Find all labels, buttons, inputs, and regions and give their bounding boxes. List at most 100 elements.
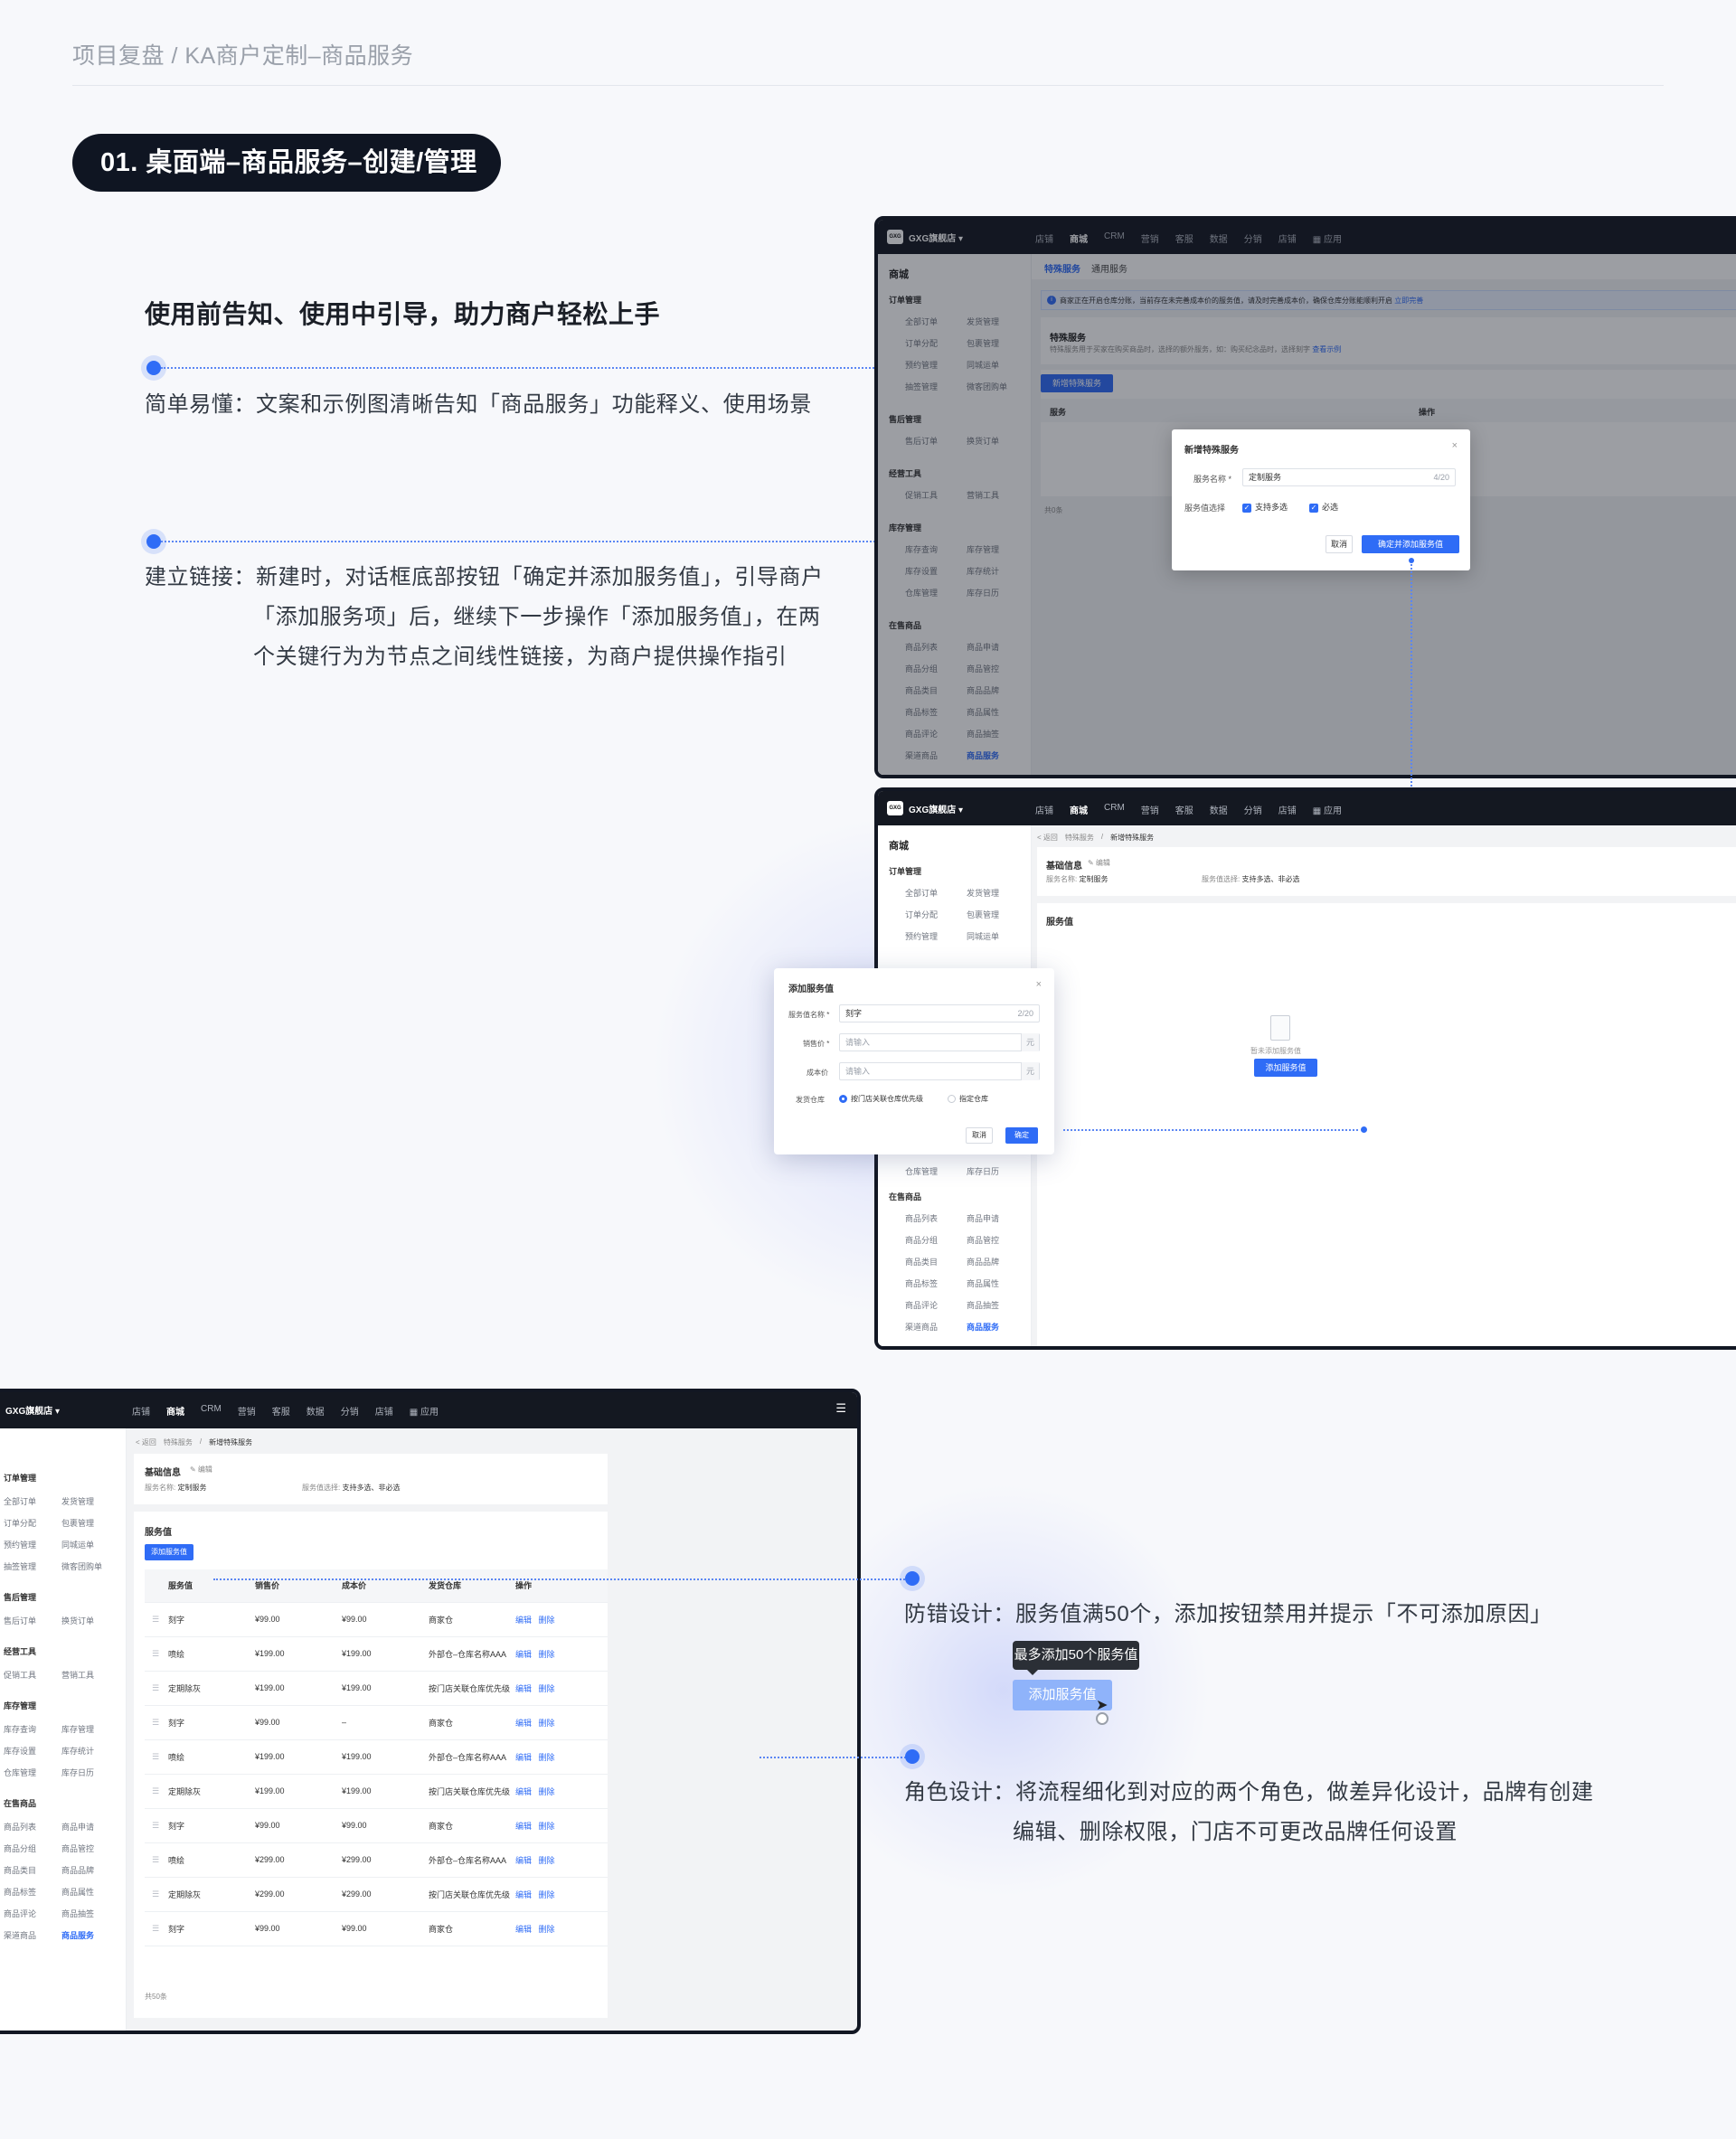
nav-item-mall[interactable]: 商城 (166, 1404, 184, 1418)
drag-handle-icon[interactable]: ☰ (145, 1602, 168, 1637)
close-icon[interactable]: × (1452, 440, 1458, 451)
sidebar-item[interactable]: 商品品牌 (61, 1864, 94, 1876)
sidebar-item[interactable]: 包裹管理 (967, 909, 999, 920)
sidebar-group[interactable]: 库存管理 (4, 1700, 36, 1711)
service-name-input[interactable]: 定制服务 4/20 (1242, 468, 1456, 486)
edit-link[interactable]: 编辑 (515, 1856, 532, 1865)
sidebar-group[interactable]: 售后管理 (4, 1591, 36, 1603)
add-service-value-button[interactable]: 添加服务值 (145, 1544, 193, 1560)
sidebar-item[interactable]: 全部订单 (4, 1495, 36, 1507)
drag-handle-icon[interactable]: ☰ (145, 1774, 168, 1809)
edit-button[interactable]: ✎ 编辑 (1088, 858, 1110, 868)
nav-item[interactable]: 店铺 (1035, 803, 1053, 816)
edit-link[interactable]: 编辑 (515, 1890, 532, 1899)
sidebar-item[interactable]: 订单分配 (4, 1517, 36, 1529)
sidebar-item[interactable]: 订单分配 (905, 909, 938, 920)
sidebar-item[interactable]: 发货管理 (967, 887, 999, 899)
edit-link[interactable]: 编辑 (515, 1719, 532, 1728)
delete-link[interactable]: 删除 (539, 1925, 555, 1934)
sidebar-item[interactable]: 同城运单 (61, 1539, 94, 1550)
nav-item[interactable]: 店铺 (1278, 803, 1297, 816)
sidebar-item[interactable]: 库存日历 (61, 1767, 94, 1778)
sidebar-item-goods-service[interactable]: 商品服务 (61, 1929, 94, 1941)
sidebar-item[interactable]: 营销工具 (61, 1669, 94, 1681)
add-service-value-button[interactable]: 添加服务值 (1254, 1059, 1317, 1077)
back-link[interactable]: < 返回 (1037, 833, 1058, 843)
sidebar-item[interactable]: 抽签管理 (4, 1560, 36, 1572)
sidebar-item[interactable]: 商品管控 (967, 1234, 999, 1246)
sidebar-item[interactable]: 商品分组 (4, 1842, 36, 1854)
sidebar-item[interactable]: 库存统计 (61, 1745, 94, 1757)
delete-link[interactable]: 删除 (539, 1787, 555, 1796)
edit-link[interactable]: 编辑 (515, 1787, 532, 1796)
sidebar-group[interactable]: 订单管理 (4, 1472, 36, 1484)
nav-item[interactable]: 数据 (307, 1404, 325, 1418)
nav-item[interactable]: 店铺 (132, 1404, 150, 1418)
sidebar-item[interactable]: 渠道商品 (905, 1321, 938, 1333)
drag-handle-icon[interactable]: ☰ (145, 1842, 168, 1878)
apps-menu[interactable]: ▦ 应用 (410, 1404, 439, 1418)
sidebar-item[interactable]: 商品申请 (61, 1821, 94, 1833)
edit-link[interactable]: 编辑 (515, 1616, 532, 1625)
edit-link[interactable]: 编辑 (515, 1753, 532, 1762)
crumb-item[interactable]: 特殊服务 (1065, 833, 1094, 843)
sidebar-item[interactable]: 商品管控 (61, 1842, 94, 1854)
sidebar-item[interactable]: 商品抽签 (967, 1299, 999, 1311)
nav-item[interactable]: 数据 (1210, 803, 1228, 816)
sidebar-item[interactable]: 仓库管理 (4, 1767, 36, 1778)
sidebar-item[interactable]: 库存设置 (4, 1745, 36, 1757)
sidebar-item[interactable]: 商品评论 (4, 1908, 36, 1919)
sidebar-item[interactable]: 售后订单 (4, 1615, 36, 1626)
sidebar-item[interactable]: 同城运单 (967, 930, 999, 942)
edit-link[interactable]: 编辑 (515, 1925, 532, 1934)
sidebar-item[interactable]: 商品列表 (905, 1212, 938, 1224)
sidebar-group[interactable]: 在售商品 (889, 1191, 921, 1202)
sidebar-item[interactable]: 促销工具 (4, 1669, 36, 1681)
store-switcher[interactable]: GXG旗舰店 ▾ (909, 802, 963, 815)
delete-link[interactable]: 删除 (539, 1890, 555, 1899)
menu-icon[interactable]: ☰ (835, 1401, 846, 1416)
nav-item[interactable]: CRM (201, 1404, 222, 1418)
sidebar-item[interactable]: 商品类目 (4, 1864, 36, 1876)
edit-link[interactable]: 编辑 (515, 1650, 532, 1659)
sidebar-group[interactable]: 经营工具 (4, 1645, 36, 1657)
cost-price-input[interactable]: 请输入 元 (839, 1062, 1040, 1080)
delete-link[interactable]: 删除 (539, 1684, 555, 1693)
sidebar-item[interactable]: 预约管理 (905, 930, 938, 942)
nav-item[interactable]: 店铺 (375, 1404, 393, 1418)
back-link[interactable]: < 返回 (136, 1437, 156, 1447)
nav-item[interactable]: 分销 (1244, 803, 1262, 816)
cancel-button[interactable]: 取消 (1326, 535, 1353, 553)
sidebar-item[interactable]: 商品属性 (61, 1886, 94, 1898)
sidebar-item[interactable]: 换货订单 (61, 1615, 94, 1626)
drag-handle-icon[interactable]: ☰ (145, 1705, 168, 1740)
sidebar-item[interactable]: 商品抽签 (61, 1908, 94, 1919)
radio-specified-warehouse[interactable]: 指定仓库 (948, 1094, 988, 1104)
delete-link[interactable]: 删除 (539, 1719, 555, 1728)
delete-link[interactable]: 删除 (539, 1822, 555, 1831)
edit-link[interactable]: 编辑 (515, 1684, 532, 1693)
drag-handle-icon[interactable]: ☰ (145, 1911, 168, 1946)
sidebar-item[interactable]: 商品类目 (905, 1256, 938, 1267)
sidebar-group[interactable]: 订单管理 (889, 865, 921, 877)
nav-item[interactable]: 营销 (238, 1404, 256, 1418)
multi-select-checkbox[interactable]: ✓ 支持多选 (1242, 501, 1288, 513)
drag-handle-icon[interactable]: ☰ (145, 1877, 168, 1912)
drag-handle-icon[interactable]: ☰ (145, 1671, 168, 1706)
required-checkbox[interactable]: ✓ 必选 (1309, 501, 1338, 513)
store-switcher[interactable]: GXG旗舰店 ▾ (5, 1403, 60, 1417)
delete-link[interactable]: 删除 (539, 1753, 555, 1762)
drag-handle-icon[interactable]: ☰ (145, 1739, 168, 1775)
sidebar-item[interactable]: 商品评论 (905, 1299, 938, 1311)
edit-link[interactable]: 编辑 (515, 1822, 532, 1831)
drag-handle-icon[interactable]: ☰ (145, 1636, 168, 1672)
sidebar-item[interactable]: 商品属性 (967, 1277, 999, 1289)
sidebar-item[interactable]: 发货管理 (61, 1495, 94, 1507)
nav-item[interactable]: 客服 (272, 1404, 290, 1418)
sidebar-item[interactable]: 库存日历 (967, 1165, 999, 1177)
crumb-item[interactable]: 特殊服务 (164, 1437, 193, 1447)
nav-item[interactable]: CRM (1104, 803, 1125, 816)
nav-item[interactable]: 分销 (341, 1404, 359, 1418)
delete-link[interactable]: 删除 (539, 1856, 555, 1865)
sidebar-item[interactable]: 商品品牌 (967, 1256, 999, 1267)
